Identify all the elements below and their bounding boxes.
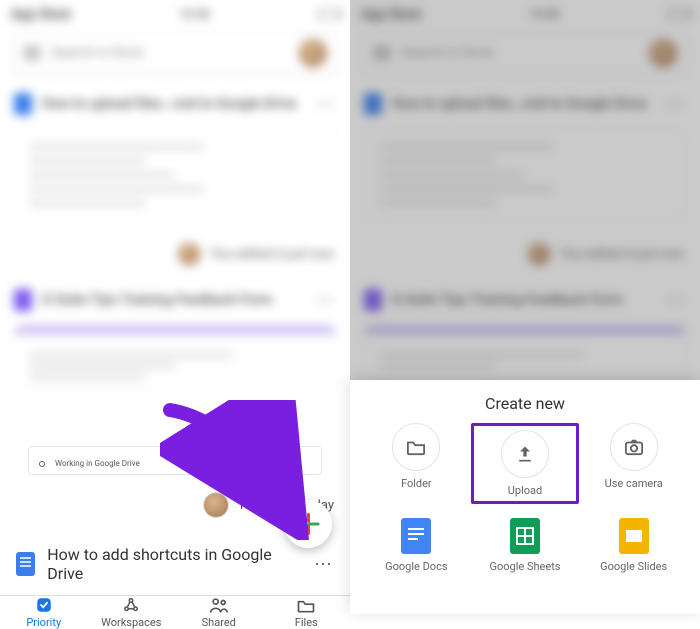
tab-shared[interactable]: Shared [175, 596, 263, 629]
tab-workspaces[interactable]: Workspaces [88, 596, 176, 629]
docs-file-icon [16, 552, 35, 576]
option-sheets[interactable]: Google Sheets [471, 518, 580, 573]
fab-create[interactable] [284, 500, 332, 548]
shared-icon [208, 596, 230, 614]
tab-label: Workspaces [101, 616, 161, 629]
menu-icon[interactable] [23, 52, 41, 54]
option-folder[interactable]: Folder [362, 423, 471, 504]
left-screenshot: App Store 16:38 Search in Drive How to u… [0, 0, 350, 614]
option-label: Google Docs [385, 560, 447, 573]
preview-footer-text: Working in Google Drive [55, 459, 140, 468]
camera-icon [610, 423, 658, 471]
folder-icon [392, 423, 440, 471]
create-new-sheet: Create new Folder Upload Use camera [350, 380, 700, 614]
radio-icon [39, 461, 45, 467]
file-header-1: How to upload files…roid to Google Drive… [0, 79, 350, 129]
search-placeholder: Search in Drive [51, 45, 144, 61]
google-sheets-icon [510, 518, 540, 554]
file-preview-2 [14, 325, 336, 391]
more-icon[interactable]: ⋯ [316, 94, 336, 115]
google-docs-icon [401, 518, 431, 554]
option-camera[interactable]: Use camera [579, 423, 688, 504]
more-icon[interactable]: ⋯ [314, 554, 334, 575]
docs-file-icon [14, 93, 32, 115]
file-title-1: How to upload files…roid to Google Drive [42, 96, 297, 112]
avatar-small [204, 493, 228, 517]
status-bar: App Store 16:38 [0, 0, 350, 27]
option-label: Upload [508, 484, 542, 497]
option-label: Google Slides [600, 560, 667, 573]
carrier-text: App Store [10, 4, 71, 23]
tab-bar: Priority Workspaces Shared Files [0, 595, 350, 629]
tab-label: Files [295, 616, 318, 629]
avatar[interactable] [299, 39, 327, 67]
sheet-title: Create new [350, 380, 700, 421]
tab-label: Shared [202, 616, 236, 629]
option-docs[interactable]: Google Docs [362, 518, 471, 573]
priority-icon [33, 596, 55, 614]
tab-files[interactable]: Files [263, 596, 351, 629]
forms-file-icon [14, 289, 32, 311]
battery-icon [318, 9, 340, 19]
files-icon [295, 596, 317, 614]
right-screenshot: App Store 16:38 Search in Drive How to u… [350, 0, 700, 614]
plus-icon [297, 513, 319, 535]
file-header-2: G Suite Tips Training Feedback Form ⋯ [0, 275, 350, 325]
preview-footer: Working in Google Drive [28, 446, 322, 475]
more-icon[interactable]: ⋯ [316, 290, 336, 311]
file-preview-1 [14, 129, 336, 221]
tab-label: Priority [26, 616, 61, 629]
google-slides-icon [619, 518, 649, 554]
search-bar[interactable]: Search in Drive [12, 33, 338, 73]
avatar-small [178, 243, 200, 265]
edit-note-blur: You edited it just now [0, 233, 350, 275]
option-label: Google Sheets [490, 560, 561, 573]
upload-icon [501, 430, 549, 478]
file-row-title: How to add shortcuts in Google Drive [47, 545, 302, 583]
workspaces-icon [120, 596, 142, 614]
status-time: 16:38 [179, 7, 209, 21]
file-title-2: G Suite Tips Training Feedback Form [42, 292, 272, 308]
option-slides[interactable]: Google Slides [579, 518, 688, 573]
option-label: Use camera [605, 477, 663, 490]
option-label: Folder [401, 477, 432, 490]
tab-priority[interactable]: Priority [0, 596, 88, 629]
option-upload[interactable]: Upload [471, 423, 580, 504]
